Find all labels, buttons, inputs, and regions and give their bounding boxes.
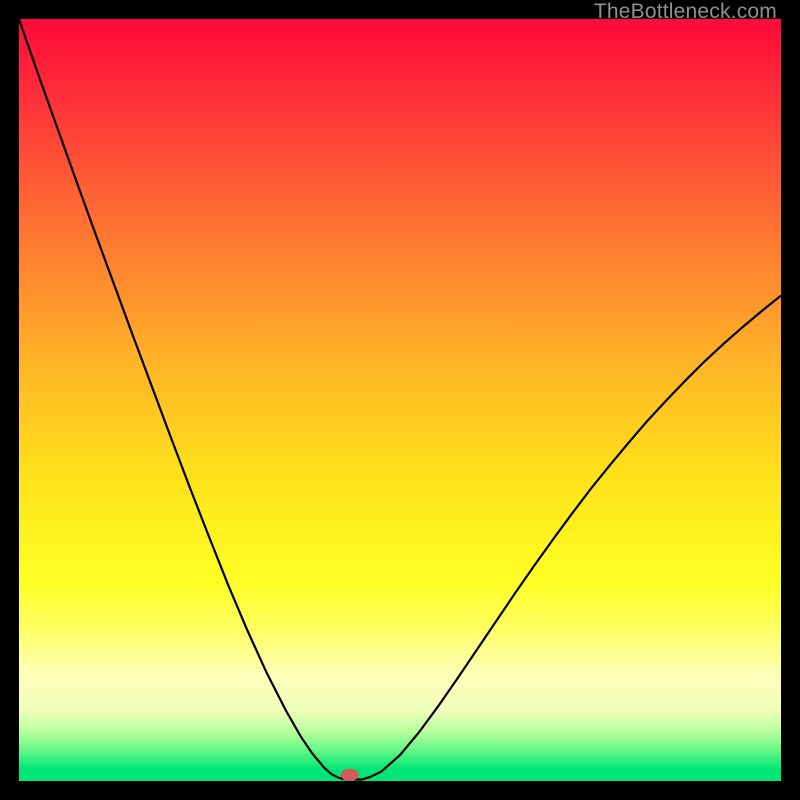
watermark-text: TheBottleneck.com bbox=[594, 0, 777, 24]
bottleneck-chart bbox=[19, 19, 781, 781]
chart-frame bbox=[19, 19, 781, 781]
target-marker bbox=[341, 769, 359, 781]
